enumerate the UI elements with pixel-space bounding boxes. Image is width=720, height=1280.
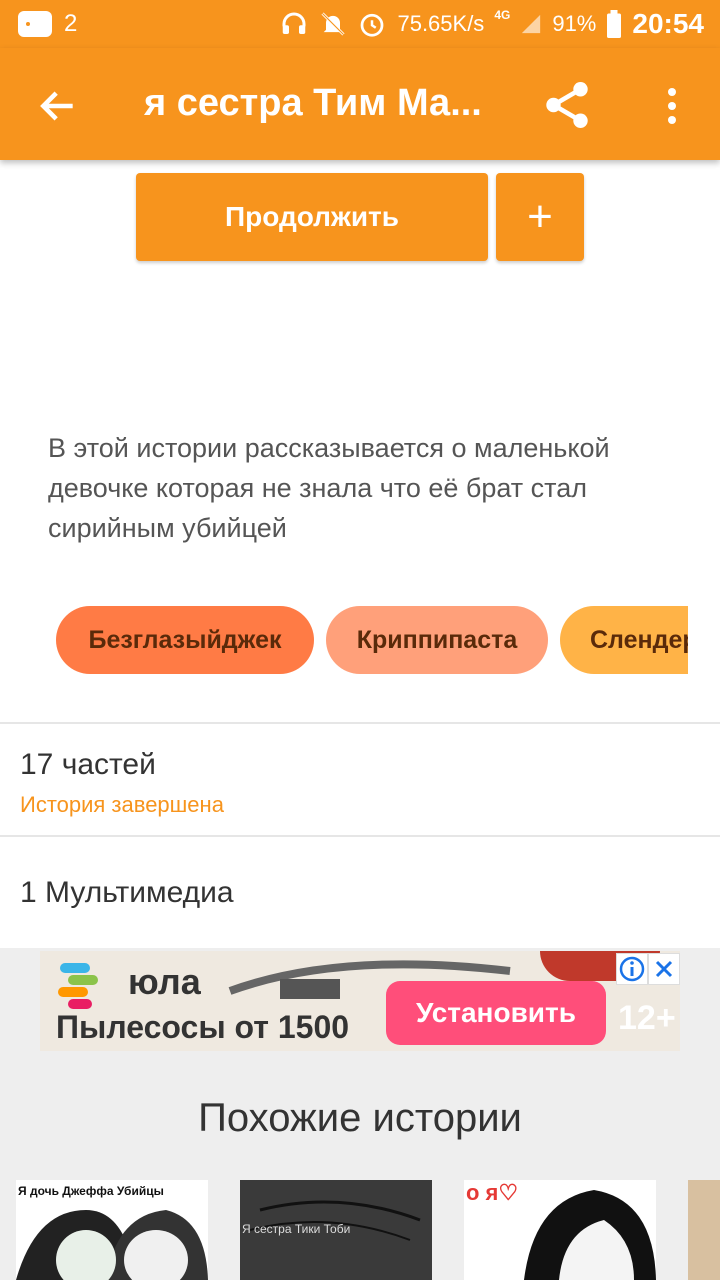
multimedia-count[interactable]: 1 Мультимедиа <box>20 876 234 910</box>
clock: 20:54 <box>632 8 704 39</box>
message-notification-icon <box>18 11 52 37</box>
battery-percent: 91% <box>552 11 597 36</box>
yula-logo-icon <box>58 963 98 1009</box>
status-left: 2 <box>18 10 77 38</box>
arrow-back-icon[interactable] <box>36 84 80 128</box>
divider <box>0 835 720 837</box>
network-speed: 75.65K/s <box>397 11 485 36</box>
continue-button[interactable]: Продолжить <box>136 173 488 261</box>
cover-caption: Я сестра Тики Тоби <box>242 1222 351 1236</box>
ad-age-rating: 12+ <box>618 999 676 1037</box>
tag-chip[interactable]: Слендерм <box>560 606 688 674</box>
status-right: 75.65K/s 4G 91% 20:54 <box>279 8 704 40</box>
alarm-icon <box>361 13 384 37</box>
info-icon[interactable] <box>616 953 648 985</box>
story-title: я сестра Тим Ма... <box>144 82 482 124</box>
share-icon[interactable] <box>540 78 594 132</box>
cover-caption: о я♡ <box>466 1180 519 1205</box>
ad-text: Пылесосы от 1500 <box>56 1009 350 1045</box>
divider <box>0 722 720 724</box>
network-type: 4G <box>494 8 511 22</box>
notification-count: 2 <box>64 10 78 37</box>
headset-icon <box>282 12 306 34</box>
more-vert-icon[interactable] <box>660 86 684 126</box>
cover-caption: Я дочь Джеффа Убийцы <box>18 1184 164 1198</box>
add-to-library-button[interactable]: + <box>496 173 584 261</box>
tag-chip[interactable]: Криппипаста <box>326 606 548 674</box>
battery-icon <box>607 10 622 38</box>
signal-icon <box>522 14 541 34</box>
ad-brand: юла <box>128 961 201 1002</box>
tag-chip[interactable]: Безглазыйджек <box>56 606 314 674</box>
parts-count[interactable]: 17 частей <box>20 748 156 782</box>
similar-stories-heading: Похожие истории <box>198 1096 522 1140</box>
tag-list: БезглазыйджекКриппипастаСлендерм <box>56 606 688 676</box>
similar-story-card[interactable] <box>688 1180 720 1280</box>
story-description: В этой истории рассказывается о маленько… <box>48 433 610 543</box>
close-icon[interactable] <box>648 953 680 985</box>
ad-banner[interactable]: юла Пылесосы от 1500 Установить 12+ <box>40 951 680 1051</box>
similar-story-card[interactable]: Я сестра Тики Тоби <box>240 1180 432 1280</box>
mute-bell-icon <box>321 12 345 36</box>
app-bar: я сестра Тим Ма... <box>0 48 720 160</box>
story-status: История завершена <box>20 792 224 817</box>
similar-story-card[interactable]: о я♡ <box>464 1180 656 1280</box>
ad-install-button[interactable]: Установить <box>386 981 606 1045</box>
similar-story-card[interactable]: Я дочь Джеффа Убийцы <box>16 1180 208 1280</box>
status-bar: 2 75.65K/s 4G 91% 20:54 <box>0 0 720 48</box>
